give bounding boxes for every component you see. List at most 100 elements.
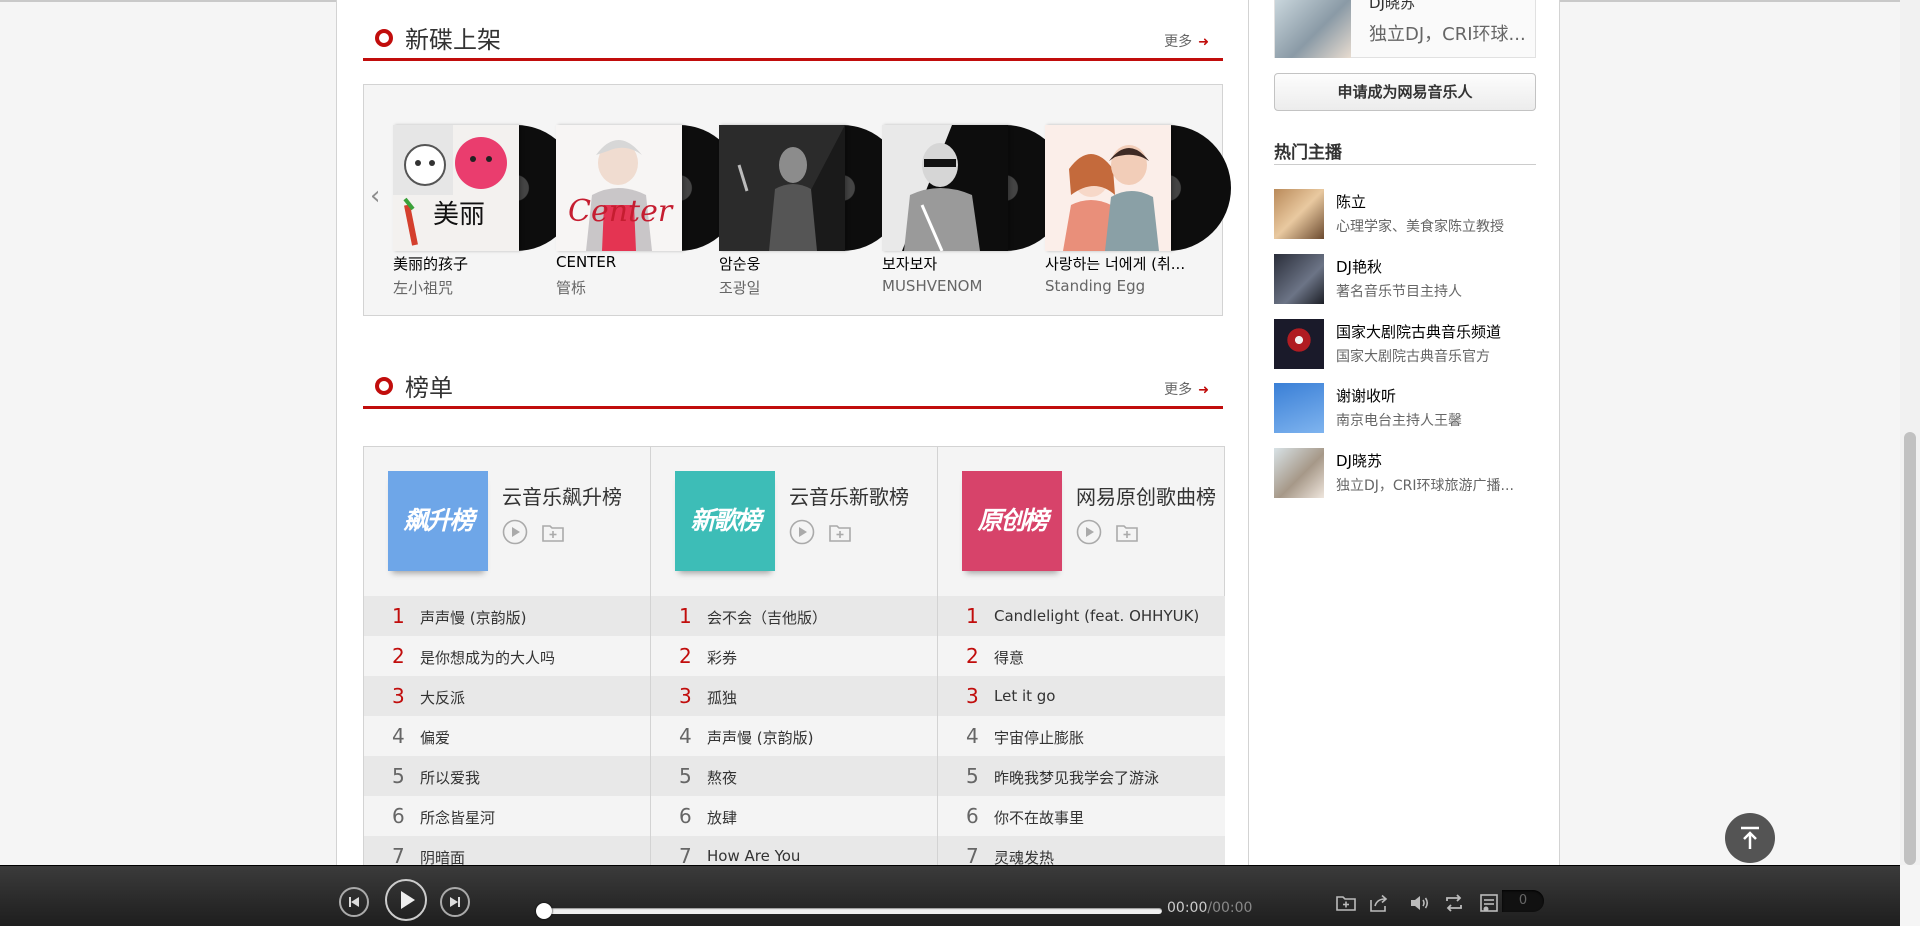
- song-title[interactable]: 所念皆星河: [420, 807, 495, 828]
- song-row[interactable]: 5 所以爱我: [364, 756, 650, 796]
- scrollbar-thumb[interactable]: [1904, 432, 1916, 865]
- song-title[interactable]: 所以爱我: [420, 767, 480, 788]
- song-row[interactable]: 5 熬夜: [651, 756, 937, 796]
- song-title[interactable]: 声声慢 (京韵版): [420, 607, 526, 628]
- song-row[interactable]: 3 Let it go: [938, 676, 1225, 716]
- song-title[interactable]: 孤独: [707, 687, 737, 708]
- song-row[interactable]: 2 得意: [938, 636, 1225, 676]
- anchor-avatar[interactable]: [1274, 254, 1324, 304]
- song-title[interactable]: 大反派: [420, 687, 465, 708]
- anchor-item[interactable]: 国家大剧院古典音乐频道 国家大剧院古典音乐官方: [1274, 319, 1536, 371]
- album-artist[interactable]: 左小祖咒: [393, 277, 553, 298]
- album-item[interactable]: 美丽 美丽的孩子 左小祖咒: [393, 125, 579, 297]
- chart-title[interactable]: 网易原创歌曲榜: [1076, 481, 1216, 510]
- play-button[interactable]: [385, 879, 427, 921]
- carousel-prev-icon[interactable]: ‹: [370, 183, 380, 209]
- album-item[interactable]: 암순웅 조광일: [719, 125, 905, 297]
- song-row[interactable]: 1 声声慢 (京韵版): [364, 596, 650, 636]
- song-title[interactable]: Let it go: [994, 687, 1056, 705]
- album-artist[interactable]: MUSHVENOM: [882, 277, 1042, 295]
- anchor-avatar[interactable]: [1274, 319, 1324, 369]
- charts-title[interactable]: 榜单: [405, 370, 453, 406]
- chart-collect-button[interactable]: [1114, 519, 1138, 543]
- anchor-name[interactable]: 国家大剧院古典音乐频道: [1336, 321, 1501, 342]
- chart-play-button[interactable]: [1076, 519, 1102, 545]
- song-row[interactable]: 6 你不在故事里: [938, 796, 1225, 836]
- album-name[interactable]: 보자보자: [882, 253, 1042, 274]
- song-row[interactable]: 6 放肆: [651, 796, 937, 836]
- album-item[interactable]: Center CENTER 管栎: [556, 125, 742, 297]
- song-title[interactable]: 偏爱: [420, 727, 450, 748]
- anchor-avatar[interactable]: [1274, 383, 1324, 433]
- chart-title[interactable]: 云音乐新歌榜: [789, 481, 909, 510]
- song-title[interactable]: 彩券: [707, 647, 737, 668]
- chart-cover[interactable]: 飙升榜: [388, 471, 488, 571]
- album-item[interactable]: 보자보자 MUSHVENOM: [882, 125, 1068, 295]
- song-title[interactable]: Candlelight (feat. OHHYUK): [994, 607, 1199, 625]
- next-button[interactable]: [440, 887, 470, 917]
- page-scrollbar[interactable]: [1900, 0, 1920, 865]
- volume-icon[interactable]: [1407, 891, 1431, 915]
- album-name[interactable]: 암순웅: [719, 253, 879, 274]
- chart-play-button[interactable]: [789, 519, 815, 545]
- album-artist[interactable]: 管栎: [556, 277, 716, 298]
- song-title[interactable]: 会不会（吉他版）: [707, 607, 827, 628]
- chart-title[interactable]: 云音乐飙升榜: [502, 481, 622, 510]
- anchor-name[interactable]: DJ晓苏: [1336, 450, 1382, 471]
- album-cover[interactable]: 美丽: [393, 125, 519, 251]
- dj-avatar[interactable]: [1275, 0, 1351, 58]
- chart-cover[interactable]: 原创榜: [962, 471, 1062, 571]
- top-dj-card[interactable]: DJ晓苏 独立DJ，CRI环球...: [1274, 0, 1536, 58]
- song-title[interactable]: How Are You: [707, 847, 800, 865]
- song-title[interactable]: 宇宙停止膨胀: [994, 727, 1084, 748]
- song-row[interactable]: 1 会不会（吉他版）: [651, 596, 937, 636]
- chart-collect-button[interactable]: [827, 519, 851, 543]
- song-row[interactable]: 2 彩券: [651, 636, 937, 676]
- anchor-name[interactable]: 陈立: [1336, 191, 1366, 212]
- song-row[interactable]: 3 大反派: [364, 676, 650, 716]
- song-row[interactable]: 4 宇宙停止膨胀: [938, 716, 1225, 756]
- album-name[interactable]: 美丽的孩子: [393, 253, 553, 274]
- anchor-item[interactable]: 陈立 心理学家、美食家陈立教授: [1274, 189, 1536, 241]
- anchor-item[interactable]: DJ晓苏 独立DJ，CRI环球旅游广播...: [1274, 448, 1536, 500]
- album-cover[interactable]: [882, 125, 1008, 252]
- back-to-top-button[interactable]: [1725, 813, 1775, 863]
- anchor-avatar[interactable]: [1274, 448, 1324, 498]
- prev-button[interactable]: [339, 887, 369, 917]
- playlist-icon[interactable]: [1477, 891, 1501, 915]
- song-title[interactable]: 昨晚我梦见我学会了游泳: [994, 767, 1159, 788]
- album-item[interactable]: 사랑하는 너에게 (취... Standing Egg: [1045, 125, 1231, 295]
- share-icon[interactable]: [1367, 891, 1391, 915]
- charts-more-link[interactable]: 更多 ➜: [1164, 379, 1209, 399]
- new-albums-title[interactable]: 新碟上架: [405, 22, 501, 58]
- album-name[interactable]: 사랑하는 너에게 (취...: [1045, 253, 1205, 274]
- new-albums-more-link[interactable]: 更多 ➜: [1164, 31, 1209, 51]
- apply-musician-button[interactable]: 申请成为网易音乐人: [1274, 73, 1536, 111]
- anchor-name[interactable]: DJ艳秋: [1336, 256, 1382, 277]
- progress-track[interactable]: [544, 908, 1162, 914]
- song-row[interactable]: 1 Candlelight (feat. OHHYUK): [938, 596, 1225, 636]
- anchor-item[interactable]: 谢谢收听 南京电台主持人王馨: [1274, 383, 1536, 435]
- dj-name[interactable]: DJ晓苏: [1369, 0, 1415, 13]
- album-artist[interactable]: 조광일: [719, 277, 879, 298]
- anchor-item[interactable]: DJ艳秋 著名音乐节目主持人: [1274, 254, 1536, 306]
- chart-cover[interactable]: 新歌榜: [675, 471, 775, 571]
- song-row[interactable]: 4 偏爱: [364, 716, 650, 756]
- song-title[interactable]: 得意: [994, 647, 1024, 668]
- chart-collect-button[interactable]: [540, 519, 564, 543]
- album-artist[interactable]: Standing Egg: [1045, 277, 1205, 295]
- song-title[interactable]: 你不在故事里: [994, 807, 1084, 828]
- song-row[interactable]: 4 声声慢 (京韵版): [651, 716, 937, 756]
- song-title[interactable]: 声声慢 (京韵版): [707, 727, 813, 748]
- album-cover[interactable]: [1045, 125, 1171, 251]
- repeat-icon[interactable]: [1442, 891, 1466, 915]
- anchor-name[interactable]: 谢谢收听: [1336, 385, 1396, 406]
- song-title[interactable]: 熬夜: [707, 767, 737, 788]
- song-row[interactable]: 3 孤独: [651, 676, 937, 716]
- playlist-count-badge[interactable]: 0: [1502, 890, 1544, 912]
- anchor-avatar[interactable]: [1274, 189, 1324, 239]
- album-cover[interactable]: Center: [556, 125, 682, 251]
- progress-handle[interactable]: [536, 903, 552, 919]
- chart-play-button[interactable]: [502, 519, 528, 545]
- album-name[interactable]: CENTER: [556, 253, 716, 271]
